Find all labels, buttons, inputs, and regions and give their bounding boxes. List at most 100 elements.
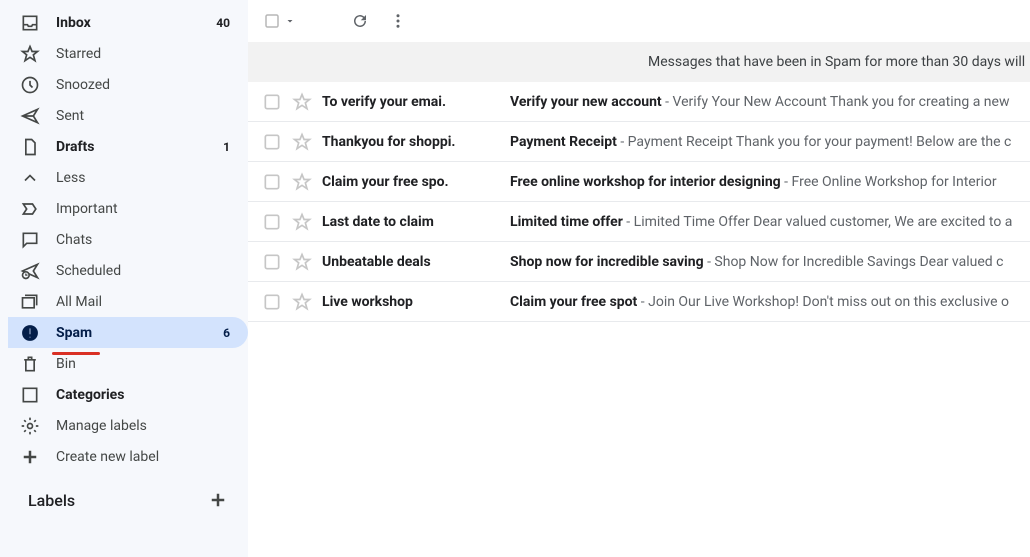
sidebar-item-count: 6 [223, 326, 234, 340]
message-snippet: Free Online Workshop for Interior [792, 174, 997, 190]
sidebar-item-important[interactable]: Important [8, 193, 248, 224]
message-subject: Shop now for incredible saving [510, 254, 704, 270]
star-icon[interactable] [292, 292, 312, 312]
message-row[interactable]: To verify your emai.Verify your new acco… [248, 82, 1030, 122]
message-body: Shop now for incredible saving - Shop No… [510, 254, 1030, 270]
sidebar-item-inbox[interactable]: Inbox40 [8, 7, 248, 38]
sidebar-item-label: Drafts [56, 139, 223, 155]
message-body: Free online workshop for interior design… [510, 174, 1030, 190]
message-subject: Verify your new account [510, 94, 662, 110]
plus-icon[interactable] [208, 490, 228, 510]
message-row[interactable]: Last date to claimLimited time offer - L… [248, 202, 1030, 242]
banner-text: Messages that have been in Spam for more… [648, 54, 1025, 70]
star-icon[interactable] [292, 212, 312, 232]
message-row[interactable]: Live workshopClaim your free spot - Join… [248, 282, 1030, 322]
spam-underline-highlight [52, 352, 100, 355]
sidebar: Inbox40 Starred Snoozed Sent Drafts1 Less Impo… [0, 0, 248, 557]
message-sender: Unbeatable deals [322, 254, 510, 270]
message-sender: Thankyou for shoppi. [322, 134, 510, 150]
sidebar-item-all-mail[interactable]: All Mail [8, 286, 248, 317]
sidebar-item-manage-labels[interactable]: Manage labels [8, 410, 248, 441]
message-sender: Live workshop [322, 294, 510, 310]
message-separator: - [623, 214, 634, 230]
row-checkbox[interactable] [262, 212, 282, 232]
star-icon [20, 44, 40, 64]
sidebar-item-bin[interactable]: Bin [8, 348, 248, 379]
categories-icon [20, 385, 40, 405]
message-sender: Last date to claim [322, 214, 510, 230]
message-subject: Claim your free spot [510, 294, 637, 310]
sidebar-item-label: Less [56, 170, 234, 186]
sidebar-item-label: Important [56, 201, 234, 217]
message-subject: Limited time offer [510, 214, 623, 230]
sidebar-item-chats[interactable]: Chats [8, 224, 248, 255]
trash-icon [20, 354, 40, 374]
sidebar-item-label: All Mail [56, 294, 234, 310]
sidebar-item-label: Sent [56, 108, 234, 124]
message-subject: Free online workshop for interior design… [510, 174, 781, 190]
row-checkbox[interactable] [262, 132, 282, 152]
sidebar-item-label: Inbox [56, 15, 216, 31]
spam-info-banner: Messages that have been in Spam for more… [248, 42, 1030, 82]
more-icon[interactable] [388, 11, 408, 31]
sidebar-item-scheduled[interactable]: Scheduled [8, 255, 248, 286]
message-separator: - [662, 94, 673, 110]
chat-icon [20, 230, 40, 250]
message-sender: Claim your free spo. [322, 174, 510, 190]
send-icon [20, 106, 40, 126]
row-checkbox[interactable] [262, 252, 282, 272]
sidebar-item-drafts[interactable]: Drafts1 [8, 131, 248, 162]
sidebar-item-starred[interactable]: Starred [8, 38, 248, 69]
sidebar-item-create-new-label[interactable]: Create new label [8, 441, 248, 472]
star-icon[interactable] [292, 132, 312, 152]
message-snippet: Payment Receipt Thank you for your payme… [628, 134, 1012, 150]
message-snippet: Join Our Live Workshop! Don't miss out o… [648, 294, 1009, 310]
refresh-icon[interactable] [350, 11, 370, 31]
message-row[interactable]: Thankyou for shoppi.Payment Receipt - Pa… [248, 122, 1030, 162]
labels-title: Labels [28, 491, 75, 510]
message-separator: - [617, 134, 628, 150]
row-checkbox[interactable] [262, 292, 282, 312]
message-body: Limited time offer - Limited Time Offer … [510, 214, 1030, 230]
message-sender: To verify your emai. [322, 94, 510, 110]
sidebar-item-label: Spam [56, 325, 223, 341]
sidebar-item-label: Chats [56, 232, 234, 248]
important-icon [20, 199, 40, 219]
sidebar-item-label: Create new label [56, 449, 234, 465]
file-icon [20, 137, 40, 157]
chevron-right-icon [6, 389, 18, 401]
message-separator: - [781, 174, 792, 190]
sidebar-item-label: Starred [56, 46, 234, 62]
message-body: Payment Receipt - Payment Receipt Thank … [510, 134, 1030, 150]
sidebar-item-label: Snoozed [56, 77, 234, 93]
sidebar-item-spam[interactable]: Spam6 [8, 317, 248, 348]
sidebar-item-label: Categories [56, 387, 234, 403]
sidebar-item-count: 40 [216, 16, 234, 30]
message-row[interactable]: Claim your free spo.Free online workshop… [248, 162, 1030, 202]
message-list: To verify your emai.Verify your new acco… [248, 82, 1030, 322]
sidebar-item-categories[interactable]: Categories [8, 379, 248, 410]
sidebar-item-label: Manage labels [56, 418, 234, 434]
star-icon[interactable] [292, 252, 312, 272]
select-all-checkbox[interactable] [262, 11, 282, 31]
row-checkbox[interactable] [262, 172, 282, 192]
sidebar-item-sent[interactable]: Sent [8, 100, 248, 131]
star-icon[interactable] [292, 172, 312, 192]
message-subject: Payment Receipt [510, 134, 617, 150]
inbox-icon [20, 13, 40, 33]
message-snippet: Verify Your New Account Thank you for cr… [672, 94, 1009, 110]
message-row[interactable]: Unbeatable dealsShop now for incredible … [248, 242, 1030, 282]
sidebar-item-label: Scheduled [56, 263, 234, 279]
labels-section-header: Labels [8, 472, 248, 510]
row-checkbox[interactable] [262, 92, 282, 112]
gear-icon [20, 416, 40, 436]
plus-icon [20, 447, 40, 467]
select-dropdown-icon[interactable] [284, 11, 296, 31]
star-icon[interactable] [292, 92, 312, 112]
message-snippet: Shop Now for Incredible Savings Dear val… [714, 254, 1003, 270]
sidebar-item-less[interactable]: Less [8, 162, 248, 193]
sidebar-item-snoozed[interactable]: Snoozed [8, 69, 248, 100]
scheduled-icon [20, 261, 40, 281]
sidebar-item-label: Bin [56, 356, 234, 372]
message-separator: - [637, 294, 648, 310]
